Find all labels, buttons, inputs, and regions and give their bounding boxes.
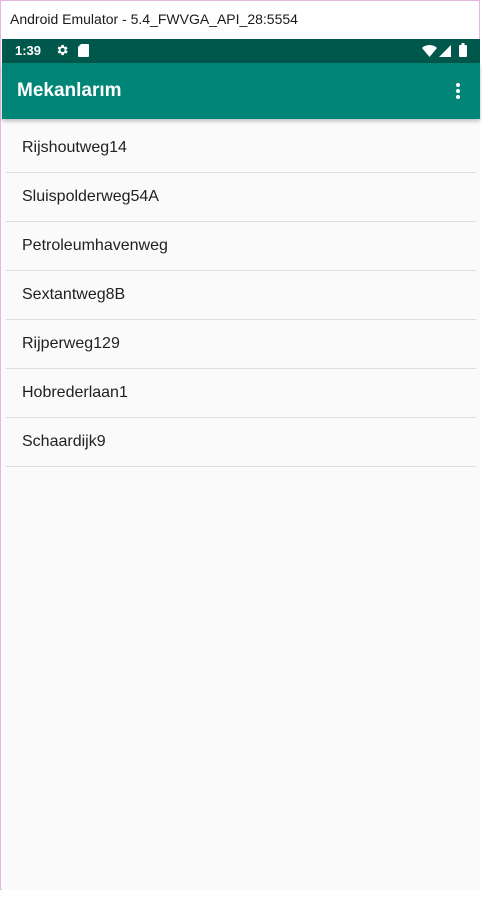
list-item-label: Rijshoutweg14 [22, 139, 127, 156]
wifi-icon [422, 45, 437, 57]
app-title: Mekanlarım [17, 80, 122, 101]
signal-icon [439, 45, 451, 57]
status-bar: 1:39 [2, 39, 480, 63]
emulator-window: Android Emulator - 5.4_FWVGA_API_28:5554… [0, 0, 480, 890]
content-area: Rijshoutweg14 Sluispolderweg54A Petroleu… [2, 119, 480, 890]
list-item-label: Petroleumhavenweg [22, 237, 168, 254]
list-item[interactable]: Sluispolderweg54A [6, 173, 476, 222]
list-item[interactable]: Rijperweg129 [6, 320, 476, 369]
list-item[interactable]: Rijshoutweg14 [6, 124, 476, 173]
battery-icon [459, 43, 467, 57]
more-vert-icon[interactable] [446, 77, 470, 105]
list-item[interactable]: Sextantweg8B [6, 271, 476, 320]
list-item[interactable]: Petroleumhavenweg [6, 222, 476, 271]
list-item[interactable]: Hobrederlaan1 [6, 369, 476, 418]
window-title: Android Emulator - 5.4_FWVGA_API_28:5554 [10, 11, 298, 27]
list-item-label: Schaardijk9 [22, 433, 106, 450]
list-item-label: Hobrederlaan1 [22, 384, 128, 401]
list-item-label: Sextantweg8B [22, 286, 126, 303]
places-list: Rijshoutweg14 Sluispolderweg54A Petroleu… [6, 124, 476, 467]
app-bar: Mekanlarım [2, 63, 480, 119]
status-time: 1:39 [15, 43, 42, 58]
list-item-label: Rijperweg129 [22, 335, 120, 352]
gear-icon [57, 44, 68, 56]
list-item-label: Sluispolderweg54A [22, 188, 159, 205]
list-item[interactable]: Schaardijk9 [6, 418, 476, 467]
sd-card-icon [78, 44, 89, 57]
